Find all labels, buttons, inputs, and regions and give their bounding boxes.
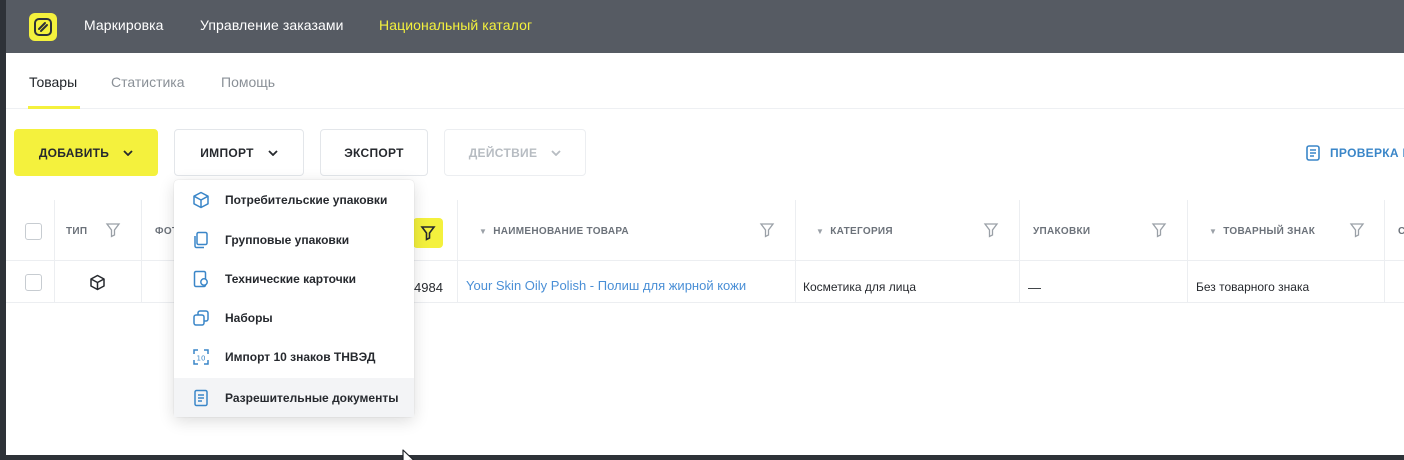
document-icon <box>194 389 208 407</box>
action-button-label: ДЕЙСТВИЕ <box>468 145 538 160</box>
top-navigation-bar: Маркировка Управление заказами Националь… <box>6 0 1404 53</box>
nav-national-catalog[interactable]: Национальный каталог <box>379 17 532 33</box>
column-header-more[interactable]: С <box>1398 226 1404 237</box>
column-header-type[interactable]: ТИП <box>66 226 87 237</box>
menu-item-consumer-packages[interactable]: Потребительские упаковки <box>174 180 414 219</box>
column-divider <box>141 200 142 303</box>
main-content: Товары Статистика Помощь ДОБАВИТЬ ИМПОРТ… <box>6 53 1404 460</box>
column-header-trademark-label: ТОВАРНЫЙ ЗНАК <box>1223 226 1316 237</box>
sort-icon: ▼ <box>816 227 825 236</box>
select-all-checkbox[interactable] <box>25 223 42 240</box>
box-icon <box>90 274 105 291</box>
column-header-category[interactable]: ▼ КАТЕГОРИЯ <box>816 226 893 237</box>
sort-icon: ▼ <box>1209 227 1218 236</box>
import-button-label: ИМПОРТ <box>200 145 254 160</box>
active-filter-button[interactable] <box>413 218 443 248</box>
sort-icon: ▼ <box>479 227 488 236</box>
check-link-label: ПРОВЕРКА I <box>1330 146 1404 160</box>
menu-item-label: Разрешительные документы <box>225 390 399 405</box>
chevron-down-icon <box>268 149 278 156</box>
export-button[interactable]: ЭКСПОРТ <box>320 129 428 176</box>
action-button[interactable]: ДЕЙСТВИЕ <box>444 129 586 176</box>
product-trademark: Без товарного знака <box>1196 280 1310 294</box>
filter-icon[interactable] <box>759 222 775 238</box>
filter-icon[interactable] <box>105 222 121 238</box>
document-icon <box>1306 145 1320 161</box>
box-icon <box>193 191 209 209</box>
menu-item-label: Групповые упаковки <box>225 232 350 247</box>
product-code: 4984 <box>414 280 443 295</box>
logo-icon[interactable] <box>29 13 57 41</box>
menu-item-permit-documents[interactable]: Разрешительные документы <box>174 378 414 417</box>
mouse-cursor-icon <box>402 449 415 460</box>
product-packages: — <box>1028 280 1041 295</box>
filter-icon[interactable] <box>1349 222 1365 238</box>
menu-item-label: Потребительские упаковки <box>225 192 388 207</box>
product-name-link[interactable]: Your Skin Oily Polish - Полиш для жирной… <box>466 278 746 293</box>
menu-item-group-packages[interactable]: Групповые упаковки <box>174 220 414 259</box>
import-dropdown-menu: Потребительские упаковки Групповые упако… <box>174 180 414 417</box>
column-header-category-label: КАТЕГОРИЯ <box>830 226 893 237</box>
column-divider <box>1019 200 1020 303</box>
column-divider <box>54 200 55 303</box>
menu-item-label: Наборы <box>225 310 273 325</box>
menu-item-sets[interactable]: Наборы <box>174 298 414 337</box>
tab-help[interactable]: Помощь <box>221 74 275 90</box>
column-header-name-label: НАИМЕНОВАНИЕ ТОВАРА <box>493 226 629 237</box>
add-button-label: ДОБАВИТЬ <box>38 145 110 160</box>
chevron-down-icon <box>551 149 561 156</box>
menu-item-tech-cards[interactable]: Технические карточки <box>174 259 414 298</box>
tech-card-icon <box>193 270 208 288</box>
set-icon <box>193 310 209 326</box>
column-header-trademark[interactable]: ▼ ТОВАРНЫЙ ЗНАК <box>1209 226 1315 237</box>
row-checkbox[interactable] <box>25 274 42 291</box>
column-header-name[interactable]: ▼ НАИМЕНОВАНИЕ ТОВАРА <box>479 226 629 237</box>
tab-statistics[interactable]: Статистика <box>111 74 185 90</box>
menu-item-label: Импорт 10 знаков ТНВЭД <box>225 349 376 364</box>
tnved-icon: 10 <box>193 349 209 365</box>
column-divider <box>795 200 796 303</box>
menu-item-tnved-import[interactable]: 10 Импорт 10 знаков ТНВЭД <box>174 337 414 376</box>
active-tab-indicator <box>28 106 80 109</box>
column-header-packages[interactable]: УПАКОВКИ <box>1033 226 1090 237</box>
nav-marking[interactable]: Маркировка <box>84 17 164 33</box>
nav-order-management[interactable]: Управление заказами <box>200 17 344 33</box>
chevron-down-icon <box>123 149 133 156</box>
check-link[interactable]: ПРОВЕРКА I <box>1306 145 1404 161</box>
column-divider <box>1384 200 1385 303</box>
tab-products[interactable]: Товары <box>29 74 77 90</box>
add-button[interactable]: ДОБАВИТЬ <box>14 129 158 176</box>
sub-navigation: Товары Статистика Помощь <box>6 53 1404 109</box>
product-category: Косметика для лица <box>803 280 916 294</box>
import-button[interactable]: ИМПОРТ <box>174 129 304 176</box>
filter-icon <box>420 226 436 241</box>
column-divider <box>1187 200 1188 303</box>
menu-item-label: Технические карточки <box>225 271 357 286</box>
svg-text:10: 10 <box>197 355 206 363</box>
column-divider <box>457 200 458 303</box>
filter-icon[interactable] <box>983 222 999 238</box>
copy-icon <box>194 231 208 249</box>
export-button-label: ЭКСПОРТ <box>344 145 404 160</box>
filter-icon[interactable] <box>1151 222 1167 238</box>
